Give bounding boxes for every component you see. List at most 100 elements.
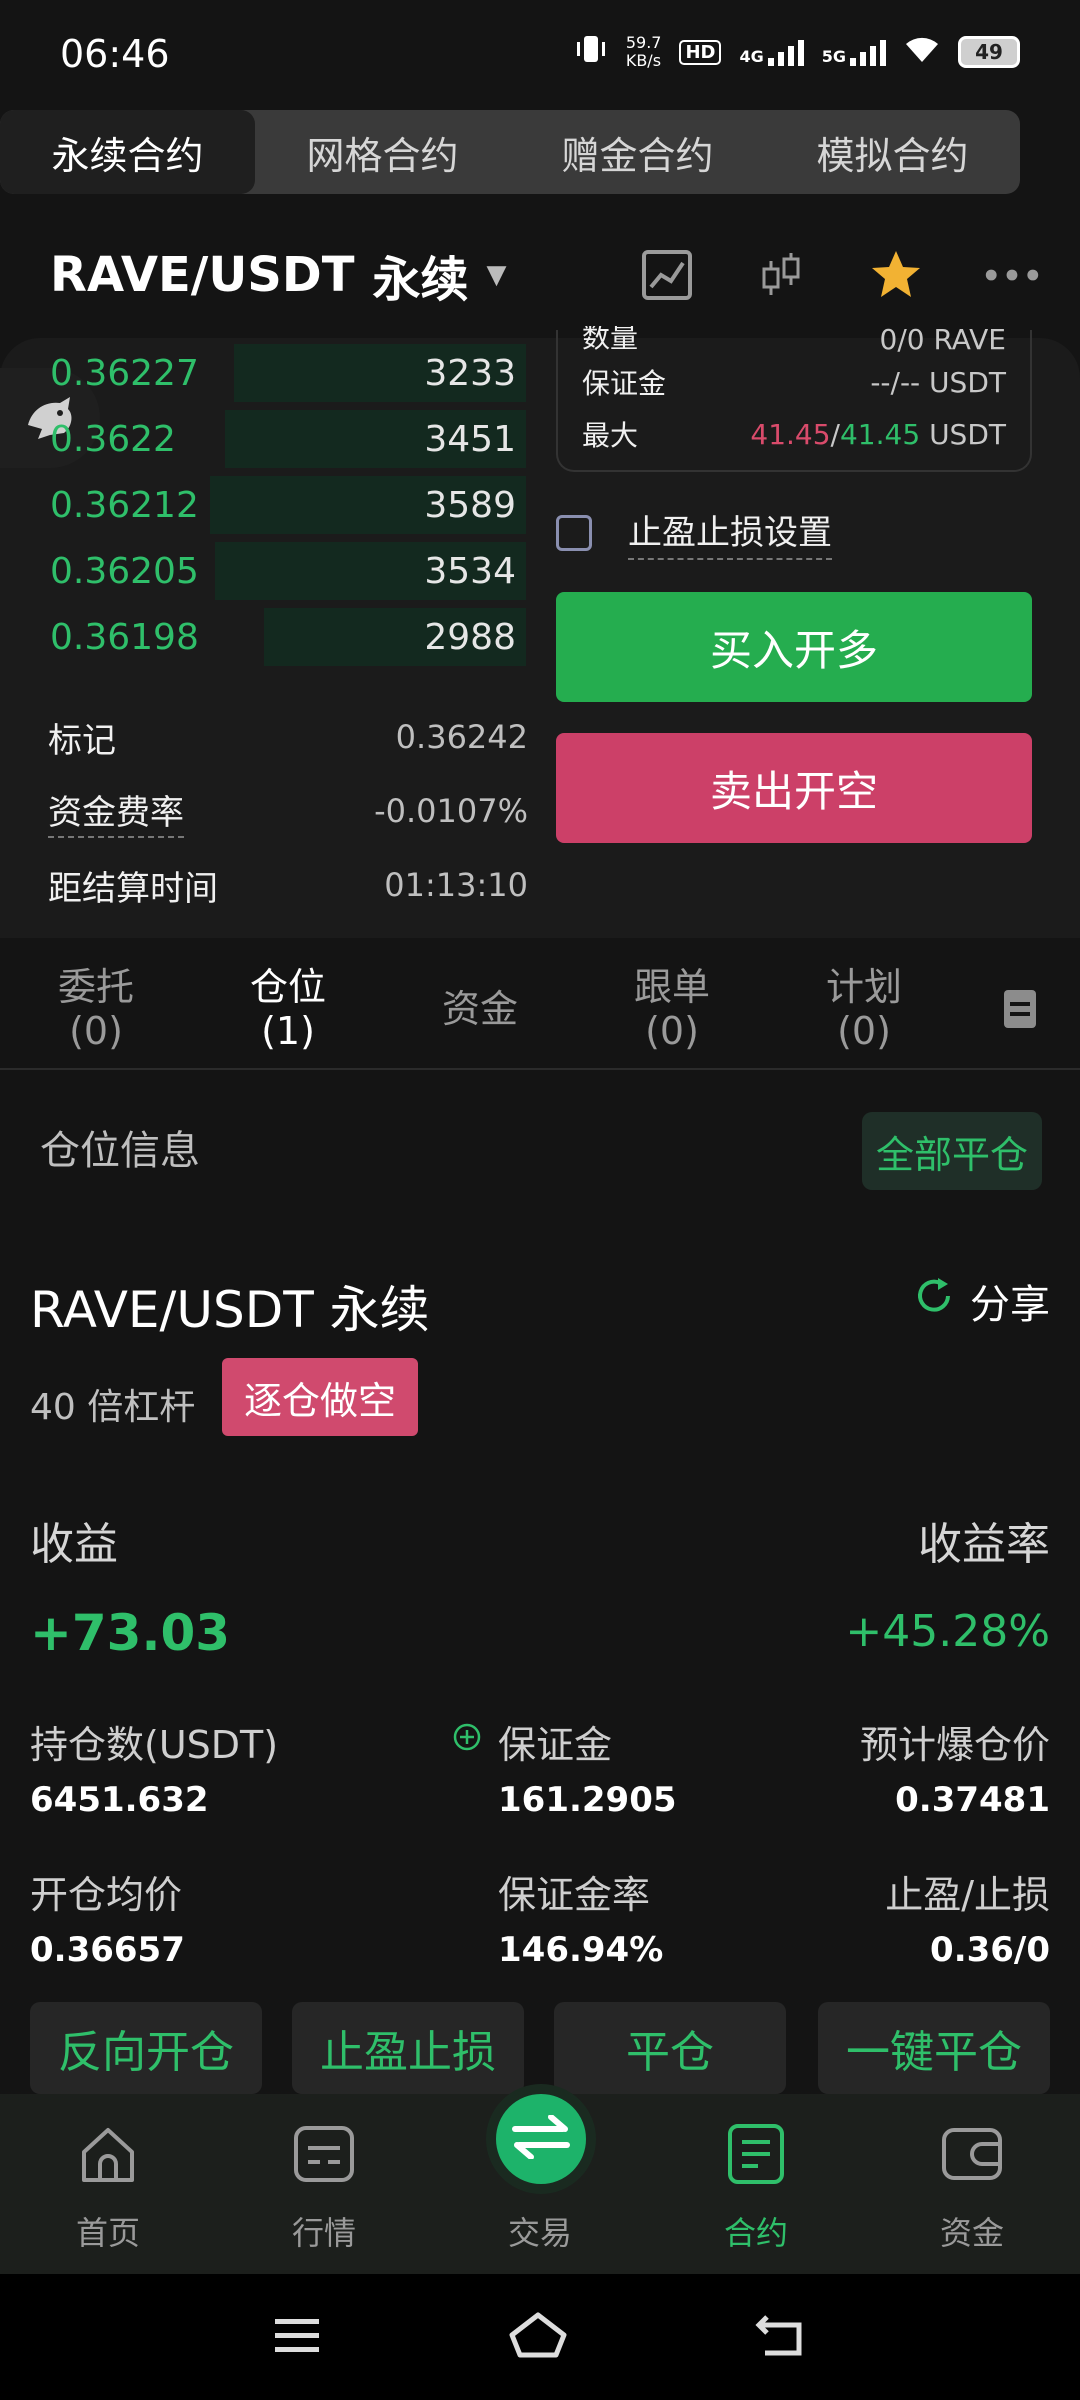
- leverage-label: 40 倍杠杆: [30, 1387, 196, 1428]
- system-back-icon[interactable]: [755, 2313, 807, 2361]
- status-icons: 59.7 KB/s HD 4G 5G 49: [574, 32, 1020, 72]
- tp-sl-label[interactable]: 止盈止损设置: [628, 505, 832, 560]
- net-speed-value: 59.7: [625, 33, 662, 52]
- nav-market[interactable]: 行情: [216, 2094, 432, 2274]
- funding-rate-row[interactable]: 资金费率 -0.0107%: [48, 774, 528, 848]
- signal-5g: 5G: [822, 38, 886, 66]
- orderbook-qty: 3233: [424, 352, 516, 394]
- tab-plans[interactable]: 计划 (0): [768, 965, 960, 1053]
- tab-assets[interactable]: 资金: [384, 987, 576, 1031]
- position-pair[interactable]: RAVE/USDT 永续: [30, 1270, 430, 1342]
- system-home-icon[interactable]: [508, 2311, 568, 2363]
- nav-contract[interactable]: 合约: [648, 2094, 864, 2274]
- settlement-row: 距结算时间 01:13:10: [48, 848, 528, 922]
- tp-sl-setting[interactable]: 止盈止损设置: [556, 505, 832, 560]
- margin-value: --/-- USDT: [870, 365, 1006, 399]
- tab-copy-trading[interactable]: 跟单 (0): [576, 965, 768, 1053]
- net-speed-unit: KB/s: [625, 51, 662, 70]
- orderbook-row[interactable]: 0.36212 3589: [40, 472, 526, 538]
- pair-selector[interactable]: RAVE/USDT 永续 ▼: [50, 240, 506, 310]
- contract-type-tabs: 永续合约 网格合约 赠金合约 模拟合约: [0, 110, 1020, 194]
- tab-positions[interactable]: 仓位 (1): [192, 965, 384, 1053]
- quantity-label: 数量: [582, 326, 639, 354]
- favorite-star-icon[interactable]: [868, 247, 924, 303]
- caret-down-icon: ▼: [486, 260, 507, 290]
- buy-long-button[interactable]: 买入开多: [556, 592, 1032, 702]
- orderbook-price: 0.36205: [50, 550, 199, 592]
- orderbook-row[interactable]: 0.36227 3233: [40, 340, 526, 406]
- signal-4g-label: 4G: [739, 47, 764, 66]
- close-all-button[interactable]: 全部平仓: [862, 1112, 1042, 1190]
- status-time: 06:46: [60, 32, 170, 76]
- nav-home[interactable]: 首页: [0, 2094, 216, 2274]
- funding-rate-value: -0.0107%: [374, 792, 528, 830]
- wifi-icon: [904, 34, 940, 70]
- tab-perpetual[interactable]: 永续合约: [0, 110, 255, 194]
- roe-value: +45.28%: [845, 1606, 1050, 1657]
- list-menu-icon[interactable]: [960, 988, 1080, 1030]
- one-click-close-button[interactable]: 一键平仓: [818, 2002, 1050, 2094]
- liq-price-value: 0.37481: [895, 1780, 1050, 1820]
- pnl-label: 收益: [30, 1519, 118, 1570]
- vibrate-icon: [574, 32, 608, 72]
- orderbook-price: 0.36227: [50, 352, 199, 394]
- system-menu-icon[interactable]: [273, 2315, 321, 2359]
- orderbook-price: 0.36212: [50, 484, 199, 526]
- tab-grid[interactable]: 网格合约: [255, 110, 510, 194]
- max-sell-value: 41.45: [839, 417, 921, 451]
- tab-assets-label: 资金: [441, 987, 518, 1031]
- margin-value: 161.2905: [498, 1780, 677, 1820]
- net-speed: 59.7 KB/s: [626, 34, 662, 70]
- orderbook-qty: 3534: [424, 550, 516, 592]
- share-icon: [914, 1276, 954, 1326]
- nav-wallet[interactable]: 资金: [864, 2094, 1080, 2274]
- funding-rate-label[interactable]: 资金费率: [48, 785, 184, 838]
- max-value: 41.45/41.45 USDT: [750, 418, 1006, 451]
- roe-label: 收益率: [918, 1519, 1050, 1570]
- nav-market-label: 行情: [291, 2214, 356, 2252]
- orderbook-price: 0.36198: [50, 616, 199, 658]
- margin-row: 保证金 --/-- USDT: [582, 356, 1006, 408]
- sell-short-button[interactable]: 卖出开空: [556, 733, 1032, 843]
- order-info-box: 数量 0/0 RAVE 保证金 --/-- USDT 最大 41.45/41.4…: [556, 326, 1032, 472]
- share-label: 分享: [970, 1282, 1050, 1328]
- share-button[interactable]: 分享: [914, 1272, 1050, 1330]
- order-tabs: 委托 (0) 仓位 (1) 资金 跟单 (0) 计划 (0): [0, 950, 1080, 1070]
- tab-plans-count: (0): [837, 1009, 891, 1053]
- add-margin-icon[interactable]: [452, 1722, 482, 1756]
- tab-bonus[interactable]: 赠金合约: [510, 110, 765, 194]
- tab-orders[interactable]: 委托 (0): [0, 965, 192, 1053]
- orderbook-qty: 3451: [424, 418, 516, 460]
- orderbook-row[interactable]: 0.36205 3534: [40, 538, 526, 604]
- tab-orders-count: (0): [69, 1009, 123, 1053]
- mark-price-value: 0.36242: [395, 718, 528, 756]
- margin-ratio-value: 146.94%: [498, 1930, 664, 1970]
- margin-ratio-label: 保证金率: [498, 1873, 651, 1917]
- liq-price-label: 预计爆仓价: [859, 1723, 1050, 1767]
- pnl-value: +73.03: [30, 1604, 231, 1662]
- more-icon[interactable]: [984, 247, 1040, 303]
- orderbook-row[interactable]: 0.36198 2988: [40, 604, 526, 670]
- tp-sl-button[interactable]: 止盈止损: [292, 2002, 524, 2094]
- settlement-value: 01:13:10: [384, 866, 528, 904]
- tab-demo[interactable]: 模拟合约: [765, 110, 1020, 194]
- chart-icon[interactable]: [640, 247, 694, 303]
- trade-fab-button[interactable]: [486, 2084, 596, 2194]
- tab-positions-count: (1): [261, 1009, 315, 1053]
- nav-trade-label: 交易: [507, 2214, 572, 2252]
- settlement-label: 距结算时间: [48, 868, 218, 909]
- entry-price-value: 0.36657: [30, 1930, 185, 1970]
- close-position-button[interactable]: 平仓: [554, 2002, 786, 2094]
- entry-price-label: 开仓均价: [30, 1873, 183, 1917]
- tab-copy-count: (0): [645, 1009, 699, 1053]
- margin-label: 保证金: [582, 367, 667, 400]
- candlestick-icon[interactable]: [754, 247, 808, 303]
- max-row: 最大 41.45/41.45 USDT: [582, 408, 1006, 460]
- battery-icon: 49: [958, 36, 1020, 68]
- reverse-open-button[interactable]: 反向开仓: [30, 2002, 262, 2094]
- signal-4g-icon: [767, 38, 804, 66]
- nav-contract-label: 合约: [723, 2214, 788, 2252]
- orderbook-row[interactable]: 0.3622 3451: [40, 406, 526, 472]
- tp-sl-checkbox[interactable]: [556, 514, 592, 551]
- home-icon: [76, 2122, 140, 2194]
